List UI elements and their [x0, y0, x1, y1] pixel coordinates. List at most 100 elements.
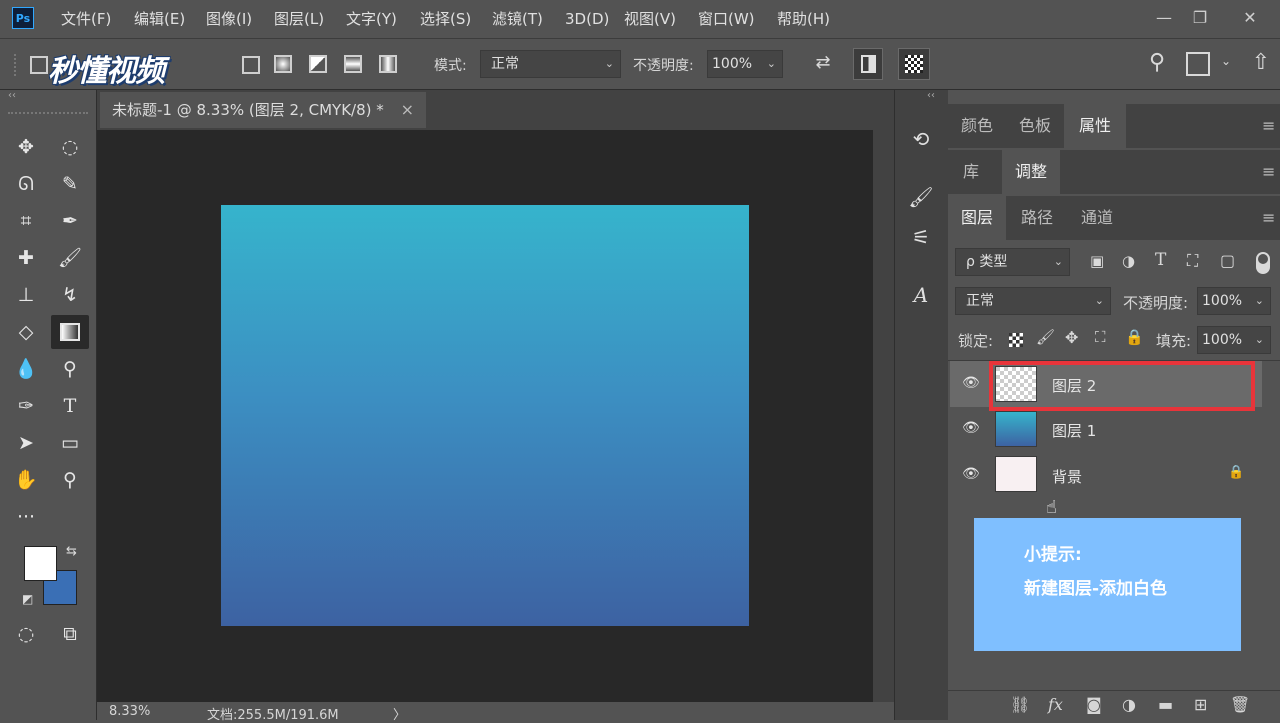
- menu-window[interactable]: 窗口(W): [698, 0, 755, 38]
- visibility-eye-icon[interactable]: 👁: [962, 420, 980, 436]
- swap-colors-icon[interactable]: ⇆: [66, 544, 77, 559]
- grip-handle[interactable]: [14, 54, 22, 76]
- hand-icon[interactable]: ✋: [8, 463, 44, 497]
- panel-menu-icon[interactable]: ≡: [1262, 116, 1275, 135]
- menu-filter[interactable]: 滤镜(T): [492, 0, 543, 38]
- panel-menu-icon[interactable]: ≡: [1262, 162, 1275, 181]
- diamond-gradient-icon[interactable]: [379, 55, 397, 73]
- layer-opacity-input[interactable]: 100% ⌄: [1197, 287, 1271, 315]
- lock-artboard-icon[interactable]: ⛶: [1095, 328, 1106, 346]
- adjustment-filter-icon[interactable]: ◑: [1122, 252, 1135, 270]
- document-canvas[interactable]: [221, 205, 749, 626]
- brush-presets-icon[interactable]: ⚟: [902, 218, 940, 256]
- quick-mask-icon[interactable]: ◌: [8, 617, 44, 651]
- lock-transparency-icon[interactable]: [1009, 333, 1023, 347]
- group-folder-icon[interactable]: ▬: [1158, 695, 1173, 714]
- mode-dropdown[interactable]: 正常 ⌄: [480, 50, 621, 78]
- menu-file[interactable]: 文件(F): [61, 0, 111, 38]
- visibility-eye-icon[interactable]: 👁: [962, 375, 980, 391]
- document-tab[interactable]: 未标题-1 @ 8.33% (图层 2, CMYK/8) * ×: [100, 92, 426, 128]
- history-brush-icon[interactable]: ↯: [52, 278, 88, 312]
- radial-gradient-icon[interactable]: [274, 55, 292, 73]
- tab-swatches[interactable]: 色板: [1006, 104, 1064, 148]
- close-window-button[interactable]: ✕: [1236, 4, 1264, 32]
- more-tools-icon[interactable]: ···: [8, 500, 44, 534]
- type-filter-icon[interactable]: T: [1155, 250, 1166, 270]
- healing-brush-icon[interactable]: ✚: [8, 241, 44, 275]
- menu-3d[interactable]: 3D(D): [565, 0, 609, 38]
- lock-all-icon[interactable]: 🔒: [1125, 328, 1144, 346]
- blend-mode-dropdown[interactable]: 正常 ⌄: [955, 287, 1111, 315]
- reverse-icon[interactable]: ⇄: [810, 52, 836, 78]
- default-colors-icon[interactable]: ◩: [22, 592, 33, 606]
- menu-layer[interactable]: 图层(L): [274, 0, 324, 38]
- lock-position-icon[interactable]: ✥: [1065, 328, 1078, 347]
- brush-settings-icon[interactable]: 🖌: [902, 178, 940, 216]
- tab-layers[interactable]: 图层: [948, 196, 1006, 240]
- eraser-icon[interactable]: ◇: [8, 315, 44, 349]
- search-icon[interactable]: ⚲: [1143, 50, 1171, 78]
- eyedropper-icon[interactable]: ✒: [52, 204, 88, 238]
- tab-channels[interactable]: 通道: [1068, 196, 1126, 240]
- layer-name[interactable]: 图层 2: [1052, 375, 1096, 396]
- tab-paths[interactable]: 路径: [1008, 196, 1066, 240]
- layer-name[interactable]: 背景: [1052, 466, 1082, 487]
- elliptical-marquee-icon[interactable]: ◌: [52, 130, 88, 164]
- blur-icon[interactable]: 💧: [8, 352, 44, 386]
- lock-pixels-icon[interactable]: 🖌: [1036, 328, 1055, 346]
- menu-image[interactable]: 图像(I): [206, 0, 252, 38]
- fx-icon[interactable]: fx: [1048, 695, 1063, 714]
- zoom-icon[interactable]: ⚲: [52, 463, 88, 497]
- smart-object-filter-icon[interactable]: ▢: [1220, 251, 1235, 270]
- transparency-button[interactable]: [898, 48, 930, 80]
- adjustment-layer-icon[interactable]: ◑: [1122, 695, 1136, 714]
- restore-button[interactable]: ❐: [1186, 4, 1214, 32]
- new-selection-icon[interactable]: [242, 56, 260, 74]
- chevron-down-icon[interactable]: ⌄: [1218, 54, 1234, 68]
- add-mask-icon[interactable]: ◙: [1086, 695, 1102, 714]
- menu-edit[interactable]: 编辑(E): [134, 0, 185, 38]
- menu-help[interactable]: 帮助(H): [777, 0, 830, 38]
- dodge-icon[interactable]: ⚲: [52, 352, 88, 386]
- screen-mode-icon[interactable]: ⧉: [52, 617, 88, 651]
- quick-selection-icon[interactable]: ✎: [52, 167, 88, 201]
- type-tool-icon[interactable]: T: [52, 389, 88, 423]
- new-layer-icon[interactable]: ⊞: [1194, 695, 1207, 714]
- character-icon[interactable]: A: [902, 276, 940, 314]
- fill-input[interactable]: 100% ⌄: [1197, 326, 1271, 354]
- history-icon[interactable]: ⟲: [902, 120, 940, 158]
- lasso-icon[interactable]: ᘏ: [8, 167, 44, 201]
- tab-libraries[interactable]: 库: [948, 150, 994, 194]
- layer-filter-dropdown[interactable]: ρ 类型 ⌄: [955, 248, 1070, 276]
- minimize-button[interactable]: —: [1150, 4, 1178, 32]
- collapse-icon[interactable]: ‹‹: [8, 90, 16, 101]
- move-tool-icon[interactable]: ✥: [8, 130, 44, 164]
- filter-toggle[interactable]: [1256, 252, 1270, 274]
- tab-color[interactable]: 颜色: [948, 104, 1006, 148]
- expand-icon[interactable]: ‹‹: [927, 90, 935, 101]
- visibility-eye-icon[interactable]: 👁: [962, 466, 980, 482]
- layer-name[interactable]: 图层 1: [1052, 420, 1096, 441]
- tab-properties[interactable]: 属性: [1064, 104, 1126, 148]
- reflected-gradient-icon[interactable]: [344, 55, 362, 73]
- panel-menu-icon[interactable]: ≡: [1262, 208, 1275, 227]
- shape-filter-icon[interactable]: ⛶: [1187, 251, 1198, 271]
- foreground-color-swatch[interactable]: [24, 546, 57, 581]
- clone-stamp-icon[interactable]: ⊥: [8, 278, 44, 312]
- pixel-layer-filter-icon[interactable]: ▣: [1090, 252, 1104, 270]
- crop-icon[interactable]: ⌗: [8, 204, 44, 238]
- brush-icon[interactable]: 🖌: [52, 241, 88, 275]
- close-tab-icon[interactable]: ×: [401, 92, 414, 128]
- path-selection-icon[interactable]: ➤: [8, 426, 44, 460]
- grip-handle[interactable]: [8, 112, 88, 120]
- zoom-level[interactable]: 8.33%: [109, 704, 150, 719]
- menu-view[interactable]: 视图(V): [624, 0, 676, 38]
- menu-select[interactable]: 选择(S): [420, 0, 471, 38]
- opacity-input[interactable]: 100% ⌄: [707, 50, 783, 78]
- rectangle-icon[interactable]: ▭: [52, 426, 88, 460]
- menu-type[interactable]: 文字(Y): [346, 0, 397, 38]
- gradient-preset-icon[interactable]: [30, 56, 48, 74]
- vertical-scrollbar[interactable]: [873, 130, 894, 702]
- tab-adjustments[interactable]: 调整: [1002, 150, 1060, 194]
- angle-gradient-icon[interactable]: [309, 55, 327, 73]
